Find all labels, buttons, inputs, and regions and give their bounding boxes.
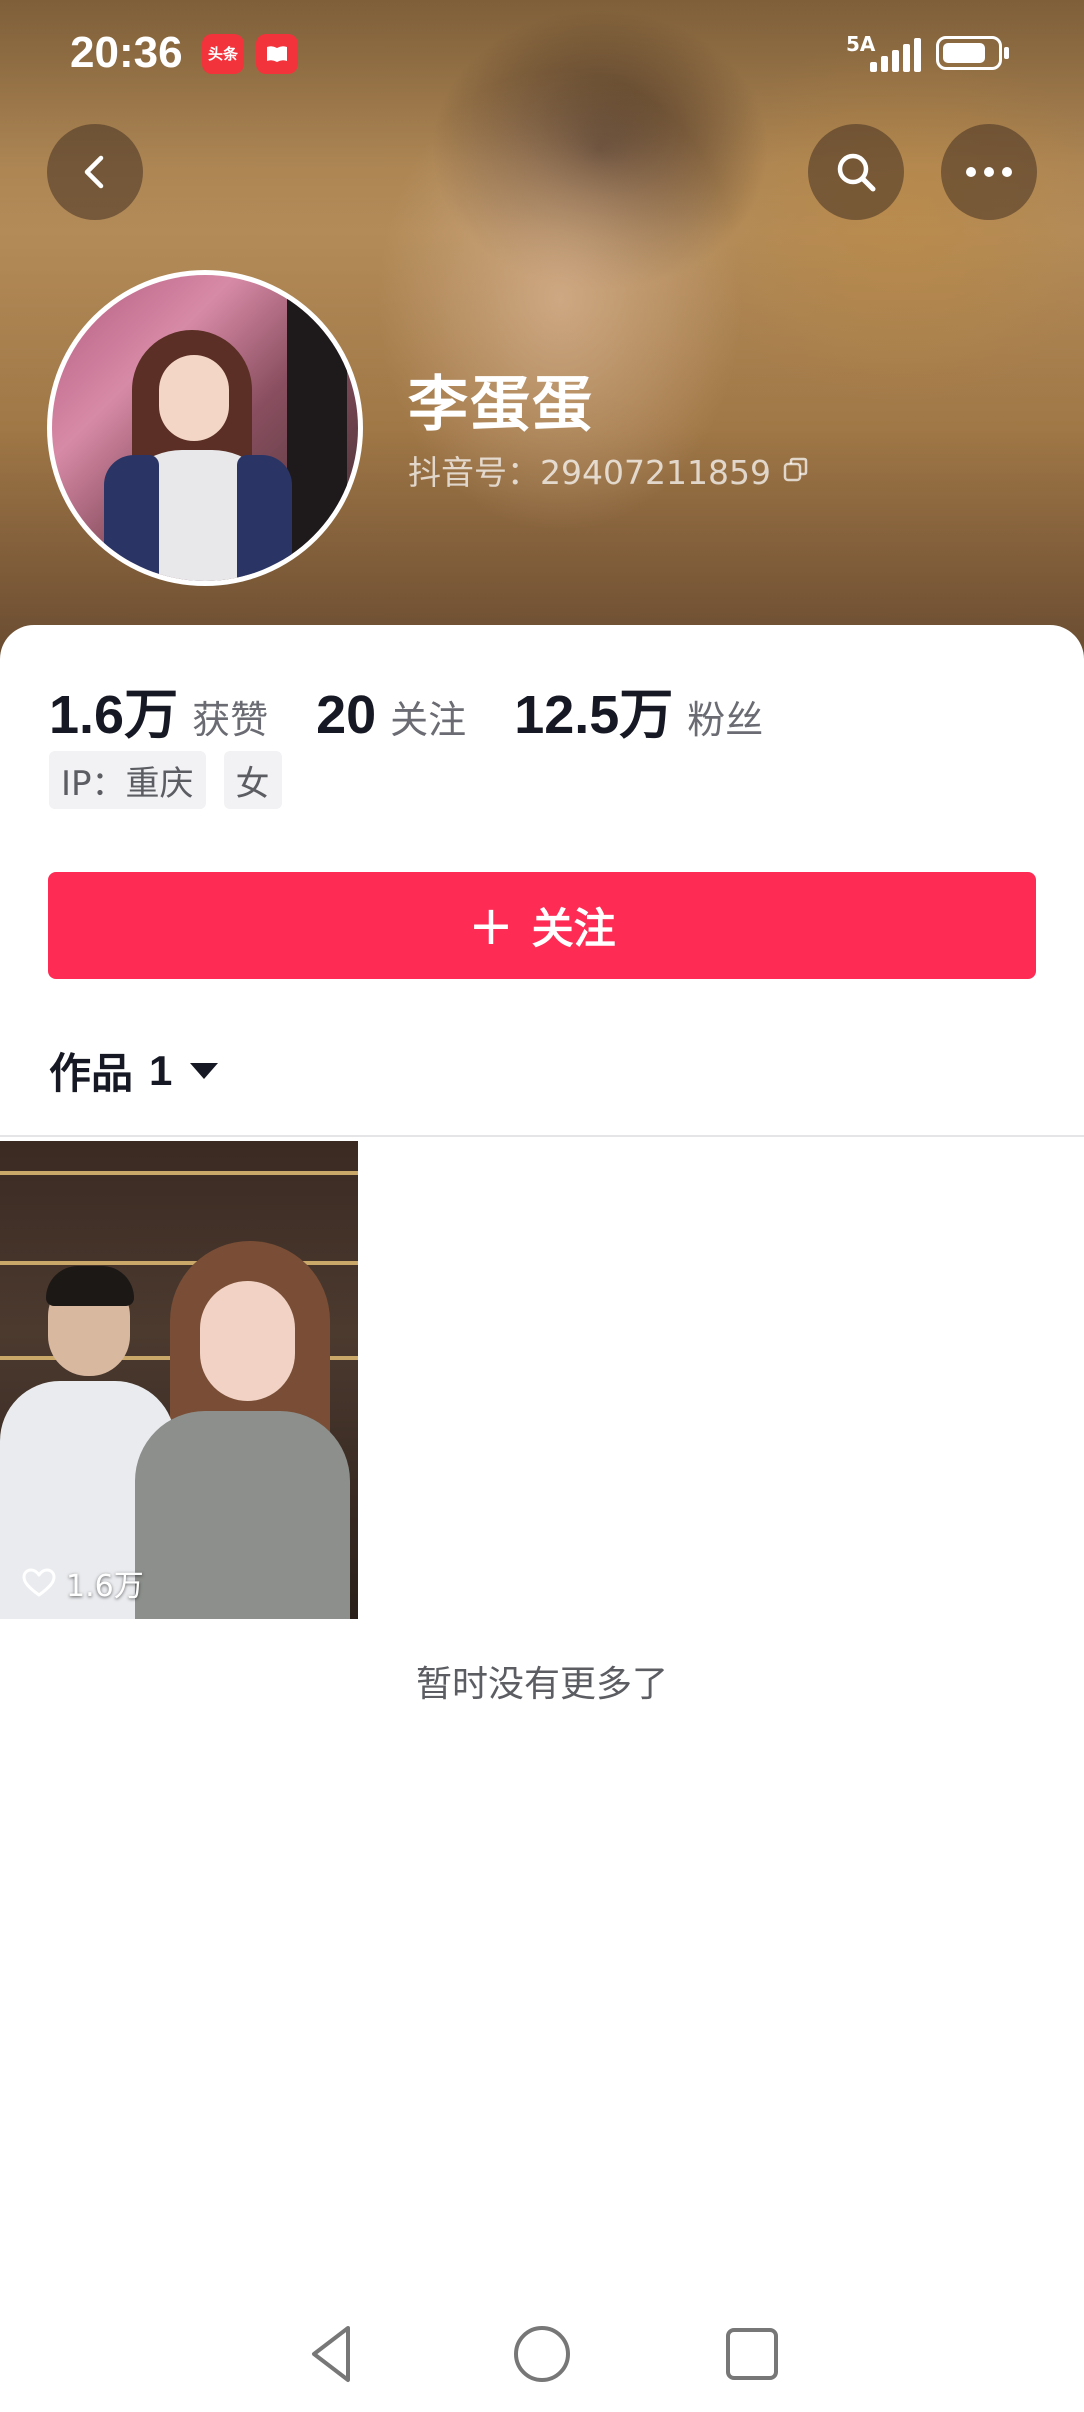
stat-followers[interactable]: 12.5万 粉丝: [514, 670, 763, 749]
video-likes-count: 1.6万: [66, 1569, 144, 1604]
douyin-id-row[interactable]: 抖音号：2940721185‍9: [408, 446, 811, 494]
stat-following-label: 关注: [390, 698, 467, 742]
profile-name: 李蛋蛋: [408, 370, 594, 440]
stat-following-value: 20: [316, 685, 377, 745]
nav-back-icon[interactable]: [300, 2322, 364, 2386]
search-icon: [837, 153, 876, 192]
more-button[interactable]: [941, 124, 1037, 220]
signal-icon: [870, 36, 922, 72]
video-likes: 1.6万: [22, 1561, 144, 1605]
stat-likes-label: 获赞: [192, 698, 269, 742]
profile-stats: 1.6万 获赞 20 关注 12.5万 粉丝: [49, 670, 811, 749]
back-button[interactable]: [47, 124, 143, 220]
avatar-image: [52, 275, 358, 581]
stat-followers-value: 12.5万: [514, 685, 674, 745]
book-app-badge: [256, 34, 298, 74]
plus-icon: +: [468, 893, 514, 957]
profile-sheet: 1.6万 获赞 20 关注 12.5万 粉丝 IP：重庆 女 + 关注 作品 1: [0, 625, 1084, 2412]
follow-button-label: 关注: [531, 904, 616, 953]
search-button[interactable]: [808, 124, 904, 220]
follow-button[interactable]: + 关注: [48, 872, 1036, 979]
more-horizontal-icon: [966, 167, 1012, 177]
nav-home-icon[interactable]: [510, 2322, 574, 2386]
tab-works[interactable]: 作品 1: [49, 1040, 219, 1101]
tab-works-label: 作品: [49, 1049, 134, 1098]
news-app-badge: 头条: [202, 34, 244, 74]
battery-level: [943, 43, 985, 63]
douyin-id: 抖音号：2940721185‍9: [408, 453, 771, 492]
caret-down-icon: [190, 1062, 219, 1079]
chevron-left-icon: [84, 155, 104, 189]
stat-likes-value: 1.6万: [49, 685, 179, 745]
tab-works-count: 1: [149, 1046, 173, 1094]
stat-following[interactable]: 20 关注: [316, 684, 466, 746]
book-icon: [267, 46, 287, 62]
stat-followers-label: 粉丝: [687, 698, 764, 742]
divider: [0, 1135, 1084, 1137]
status-time: 20:36: [70, 28, 183, 77]
status-bar: 20:36 头条 5A: [0, 0, 1084, 110]
video-thumbnail[interactable]: 1.6万: [0, 1141, 358, 1619]
battery-icon: [936, 36, 1009, 70]
nav-recent-apps-icon[interactable]: [720, 2322, 784, 2386]
no-more-text: 暂时没有更多了: [415, 1664, 668, 1705]
copy-icon[interactable]: [781, 455, 811, 485]
stat-likes[interactable]: 1.6万 获赞: [49, 670, 268, 749]
avatar[interactable]: [47, 270, 363, 586]
heart-icon: [22, 1568, 56, 1597]
gender-tag: 女: [223, 751, 282, 809]
ip-location-tag: IP：重庆: [49, 751, 206, 809]
profile-tags: IP：重庆 女: [49, 751, 282, 809]
system-nav-bar: [0, 2292, 1084, 2412]
